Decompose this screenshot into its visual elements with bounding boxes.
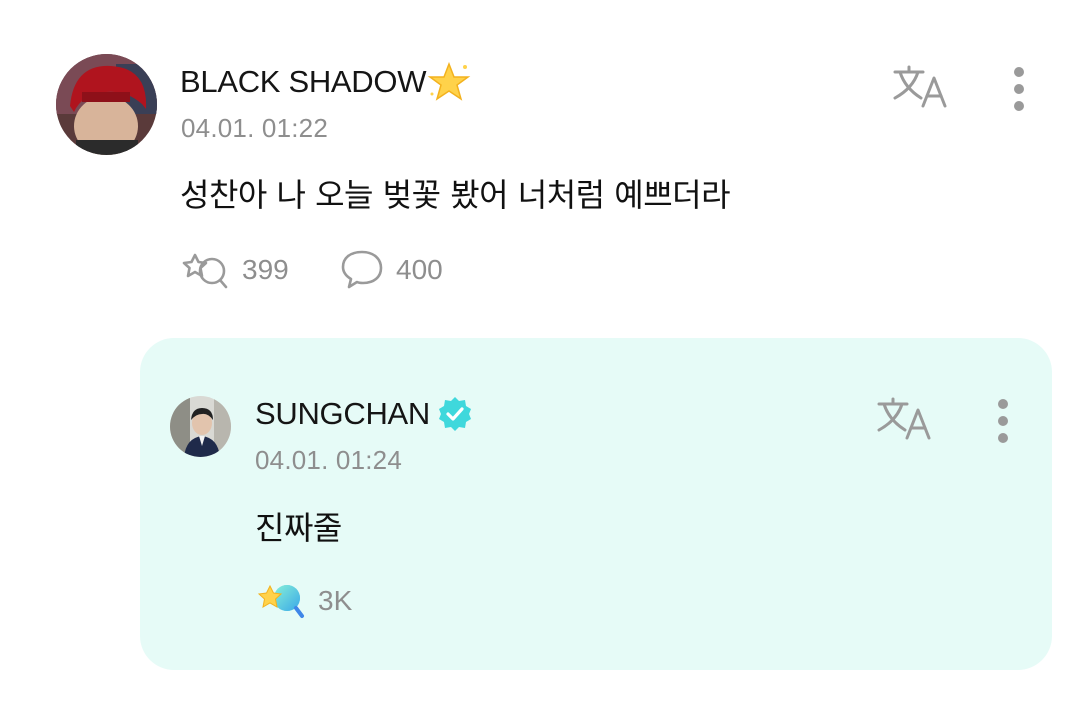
post-author-avatar[interactable] <box>56 54 157 155</box>
reply-more-options-button[interactable] <box>990 394 1016 448</box>
post-author-name[interactable]: BLACK SHADOW <box>180 61 471 102</box>
more-vertical-icon <box>998 399 1008 443</box>
reply-author-name[interactable]: SUNGCHAN <box>255 396 473 432</box>
reaction-count: 399 <box>242 254 289 285</box>
translate-icon <box>893 65 947 108</box>
post-text: 성찬아 나 오늘 벚꽃 봤어 너처럼 예쁘더라 <box>180 176 731 214</box>
post-author-name-text: BLACK SHADOW <box>180 64 427 99</box>
reply-reaction-button[interactable] <box>257 578 307 622</box>
translate-button[interactable] <box>890 62 950 112</box>
comment-count: 400 <box>396 254 443 285</box>
reaction-filled-icon <box>257 584 304 618</box>
post-timestamp: 04.01. 01:22 <box>181 113 328 143</box>
reply-author-name-text: SUNGCHAN <box>255 396 431 431</box>
reply-reaction-count: 3K <box>318 585 353 616</box>
star-emoji-icon <box>427 61 471 102</box>
comment-bubble-icon <box>341 250 383 289</box>
more-options-button[interactable] <box>1006 62 1032 116</box>
reaction-button[interactable] <box>182 249 230 291</box>
reply-translate-button[interactable] <box>874 394 934 444</box>
reply-author-avatar[interactable] <box>170 396 231 457</box>
verified-badge-icon <box>437 396 473 432</box>
comment-button[interactable] <box>340 248 384 290</box>
reply-text: 진짜줄 <box>255 509 342 547</box>
reaction-outline-icon <box>182 253 228 289</box>
translate-icon <box>877 397 931 440</box>
reply-timestamp: 04.01. 01:24 <box>255 445 402 475</box>
more-vertical-icon <box>1014 67 1024 111</box>
